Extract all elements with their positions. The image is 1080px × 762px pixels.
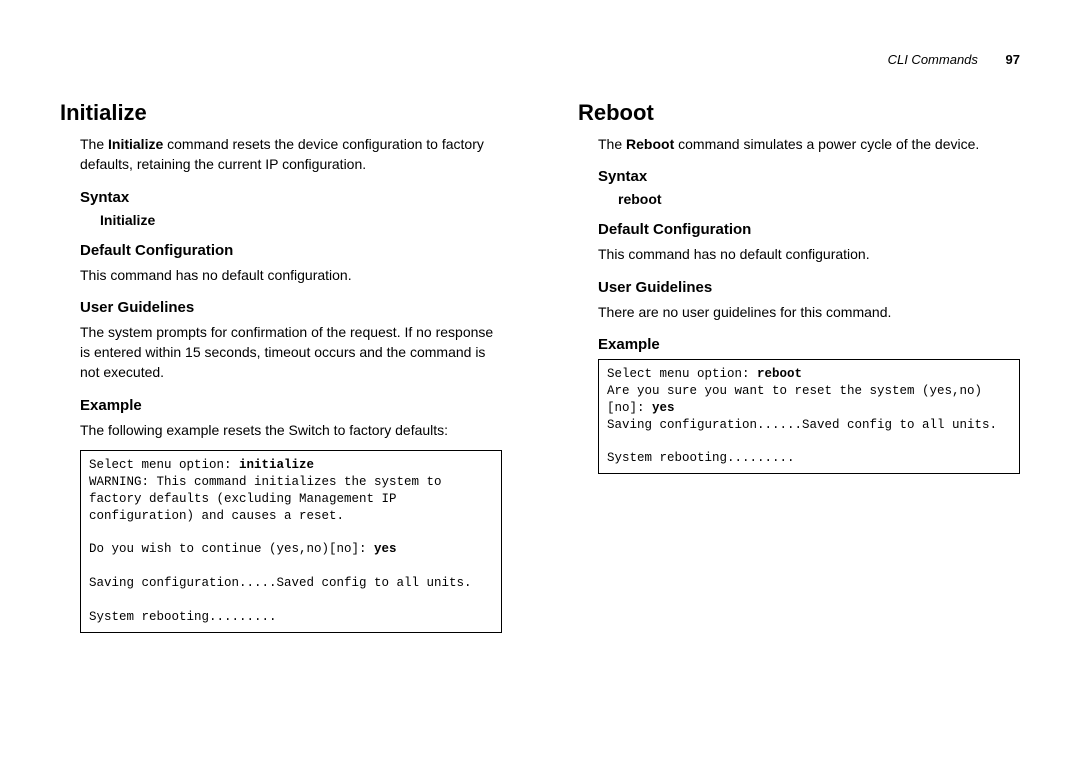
reboot-userg-text: There are no user guidelines for this co… — [598, 302, 1020, 322]
code-answer-yes: yes — [652, 401, 675, 415]
initialize-userg-text: The system prompts for confirmation of t… — [80, 322, 502, 383]
reboot-syntax-word: reboot — [618, 191, 1020, 207]
reboot-intro: The Reboot command simulates a power cyc… — [598, 134, 1020, 154]
page-number: 97 — [1006, 52, 1020, 67]
initialize-code-block: Select menu option: initialize WARNING: … — [80, 450, 502, 633]
left-column: Initialize The Initialize command resets… — [60, 100, 502, 633]
code-cmd-reboot: reboot — [757, 367, 802, 381]
right-column: Reboot The Reboot command simulates a po… — [578, 100, 1020, 633]
code-answer-yes: yes — [374, 542, 397, 556]
reboot-cmd-name: Reboot — [626, 136, 674, 152]
reboot-title: Reboot — [578, 100, 1020, 126]
page-header: CLI Commands 97 — [888, 52, 1020, 67]
reboot-defconf-heading: Default Configuration — [598, 221, 1020, 238]
reboot-syntax-heading: Syntax — [598, 168, 1020, 185]
initialize-example-text: The following example resets the Switch … — [80, 420, 502, 440]
initialize-syntax-word: Initialize — [100, 212, 502, 228]
initialize-example-heading: Example — [80, 397, 502, 414]
code-cmd-initialize: initialize — [239, 458, 314, 472]
reboot-example-heading: Example — [598, 336, 1020, 353]
header-title: CLI Commands — [888, 52, 978, 67]
reboot-userg-heading: User Guidelines — [598, 279, 1020, 296]
initialize-cmd-name: Initialize — [108, 136, 163, 152]
initialize-title: Initialize — [60, 100, 502, 126]
initialize-intro: The Initialize command resets the device… — [80, 134, 502, 175]
content-columns: Initialize The Initialize command resets… — [60, 100, 1020, 633]
initialize-userg-heading: User Guidelines — [80, 299, 502, 316]
initialize-defconf-heading: Default Configuration — [80, 242, 502, 259]
reboot-defconf-text: This command has no default configuratio… — [598, 244, 1020, 264]
initialize-syntax-heading: Syntax — [80, 189, 502, 206]
initialize-defconf-text: This command has no default configuratio… — [80, 265, 502, 285]
reboot-code-block: Select menu option: reboot Are you sure … — [598, 359, 1020, 474]
